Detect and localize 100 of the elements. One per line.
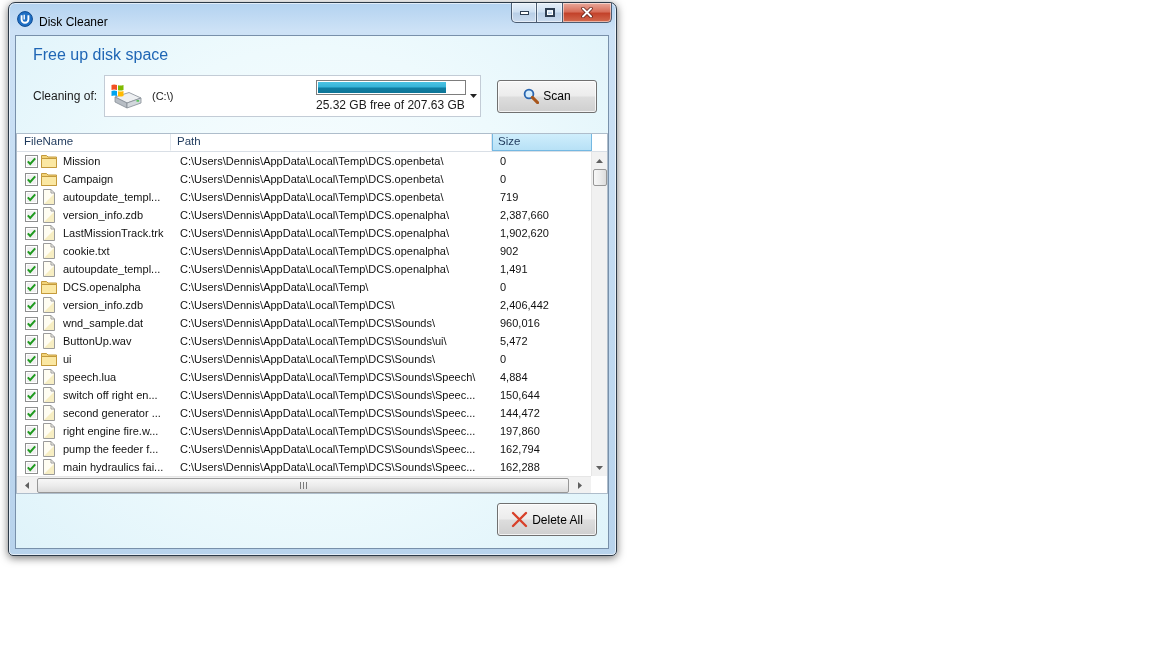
- file-icon: [43, 189, 55, 205]
- file-path: C:\Users\Dennis\AppData\Local\Temp\DCS\Sounds\: [180, 353, 435, 365]
- checkbox[interactable]: [25, 406, 38, 420]
- minimize-button[interactable]: [511, 3, 537, 23]
- checkbox[interactable]: [25, 370, 38, 384]
- file-path: C:\Users\Dennis\AppData\Local\Temp\DCS\Sounds\Speec...: [180, 443, 476, 455]
- file-icon: [43, 261, 55, 277]
- file-size: 0: [500, 155, 507, 167]
- checkbox[interactable]: [25, 154, 38, 168]
- file-name: version_info.zdb: [63, 209, 144, 221]
- checkbox[interactable]: [25, 208, 38, 222]
- hard-drive-icon: [110, 82, 142, 110]
- file-size: 2,387,660: [500, 209, 549, 221]
- file-name: DCS.openalpha: [63, 281, 141, 293]
- checkbox[interactable]: [25, 388, 38, 402]
- file-path: C:\Users\Dennis\AppData\Local\Temp\DCS.openbeta\: [180, 155, 444, 167]
- file-size: 150,644: [500, 389, 540, 401]
- delete-all-button[interactable]: Delete All: [497, 503, 597, 536]
- window-title: Disk Cleaner: [39, 14, 108, 30]
- grip-icon: [299, 481, 307, 489]
- drive-name: (C:\): [152, 90, 175, 102]
- file-path: C:\Users\Dennis\AppData\Local\Temp\DCS\Sounds\Speec...: [180, 407, 476, 419]
- right-arrow-icon[interactable]: [578, 481, 582, 489]
- file-path: C:\Users\Dennis\AppData\Local\Temp\DCS.openalpha\: [180, 209, 450, 221]
- folder-icon: [41, 280, 57, 294]
- file-name: switch off right en...: [63, 389, 158, 401]
- checkbox[interactable]: [25, 334, 38, 348]
- free-space-text: 25.32 GB free of 207.63 GB: [316, 98, 466, 112]
- file-path: C:\Users\Dennis\AppData\Local\Temp\DCS.openalpha\: [180, 227, 450, 239]
- file-path: C:\Users\Dennis\AppData\Local\Temp\DCS.openbeta\: [180, 173, 444, 185]
- file-path: C:\Users\Dennis\AppData\Local\Temp\DCS.openalpha\: [180, 245, 450, 257]
- file-name: pump the feeder f...: [63, 443, 159, 455]
- checkbox[interactable]: [25, 262, 38, 276]
- file-size: 960,016: [500, 317, 540, 329]
- file-path: C:\Users\Dennis\AppData\Local\Temp\DCS\Sounds\ui\: [180, 335, 447, 347]
- file-size: 162,288: [500, 461, 540, 473]
- checkbox[interactable]: [25, 352, 38, 366]
- checkbox[interactable]: [25, 244, 38, 258]
- file-name: autoupdate_templ...: [63, 263, 161, 275]
- file-size: 719: [500, 191, 519, 203]
- file-icon: [43, 333, 55, 349]
- file-icon: [43, 459, 55, 475]
- file-icon: [43, 297, 55, 313]
- file-name: wnd_sample.dat: [63, 317, 144, 329]
- file-size: 144,472: [500, 407, 540, 419]
- field-label: Cleaning of:: [33, 89, 99, 103]
- maximize-icon: [544, 8, 555, 17]
- file-size: 5,472: [500, 335, 528, 347]
- left-arrow-icon[interactable]: [25, 481, 29, 489]
- search-icon: [523, 88, 540, 104]
- file-name: right engine fire.w...: [63, 425, 159, 437]
- file-size: 0: [500, 173, 507, 185]
- cross-icon: [511, 511, 529, 528]
- file-name: ButtonUp.wav: [63, 335, 132, 347]
- file-name: Campaign: [63, 173, 114, 185]
- file-name: speech.lua: [63, 371, 117, 383]
- checkbox[interactable]: [25, 442, 38, 456]
- file-name: LastMissionTrack.trk: [63, 227, 164, 239]
- column-header[interactable]: Size: [492, 134, 592, 151]
- checkbox[interactable]: [25, 172, 38, 186]
- file-path: C:\Users\Dennis\AppData\Local\Temp\DCS\Sounds\Speec...: [180, 425, 476, 437]
- scrollbar-thumb[interactable]: [592, 169, 607, 186]
- file-icon: [43, 441, 55, 457]
- checkbox[interactable]: [25, 424, 38, 438]
- caret-icon: [470, 94, 477, 98]
- folder-icon: [41, 352, 57, 366]
- file-size: 0: [500, 353, 507, 365]
- file-path: C:\Users\Dennis\AppData\Local\Temp\DCS\: [180, 299, 395, 311]
- scan-button[interactable]: Scan: [497, 79, 597, 113]
- file-path: C:\Users\Dennis\AppData\Local\Temp\DCS\Sounds\Speech\: [180, 371, 476, 383]
- file-name: cookie.txt: [63, 245, 110, 257]
- file-size: 197,860: [500, 425, 540, 437]
- logo-icon: [17, 11, 33, 27]
- file-name: main hydraulics fai...: [63, 461, 164, 473]
- file-size: 902: [500, 245, 519, 257]
- file-size: 1,902,620: [500, 227, 549, 239]
- checkbox[interactable]: [25, 190, 38, 204]
- column-header[interactable]: FileName: [17, 134, 171, 151]
- file-name: second generator ...: [63, 407, 161, 419]
- checkbox[interactable]: [25, 280, 38, 294]
- drive-select[interactable]: (C:\) 25.32 GB free of 207.63 GB: [104, 75, 481, 117]
- file-path: C:\Users\Dennis\AppData\Local\Temp\: [180, 281, 369, 293]
- file-icon: [43, 423, 55, 439]
- checkbox[interactable]: [25, 226, 38, 240]
- down-arrow-icon[interactable]: [596, 465, 603, 470]
- file-icon: [43, 243, 55, 259]
- up-arrow-icon[interactable]: [596, 158, 603, 163]
- checkbox[interactable]: [25, 298, 38, 312]
- folder-icon: [41, 154, 57, 168]
- vertical-scrollbar[interactable]: [591, 152, 607, 476]
- checkbox[interactable]: [25, 316, 38, 330]
- file-name: autoupdate_templ...: [63, 191, 161, 203]
- checkbox[interactable]: [25, 460, 38, 474]
- file-icon: [43, 387, 55, 403]
- close-button[interactable]: [563, 3, 612, 23]
- file-icon: [43, 207, 55, 223]
- file-name: version_info.zdb: [63, 299, 144, 311]
- maximize-button[interactable]: [537, 3, 563, 23]
- file-path: C:\Users\Dennis\AppData\Local\Temp\DCS.openbeta\: [180, 191, 444, 203]
- file-size: 4,884: [500, 371, 528, 383]
